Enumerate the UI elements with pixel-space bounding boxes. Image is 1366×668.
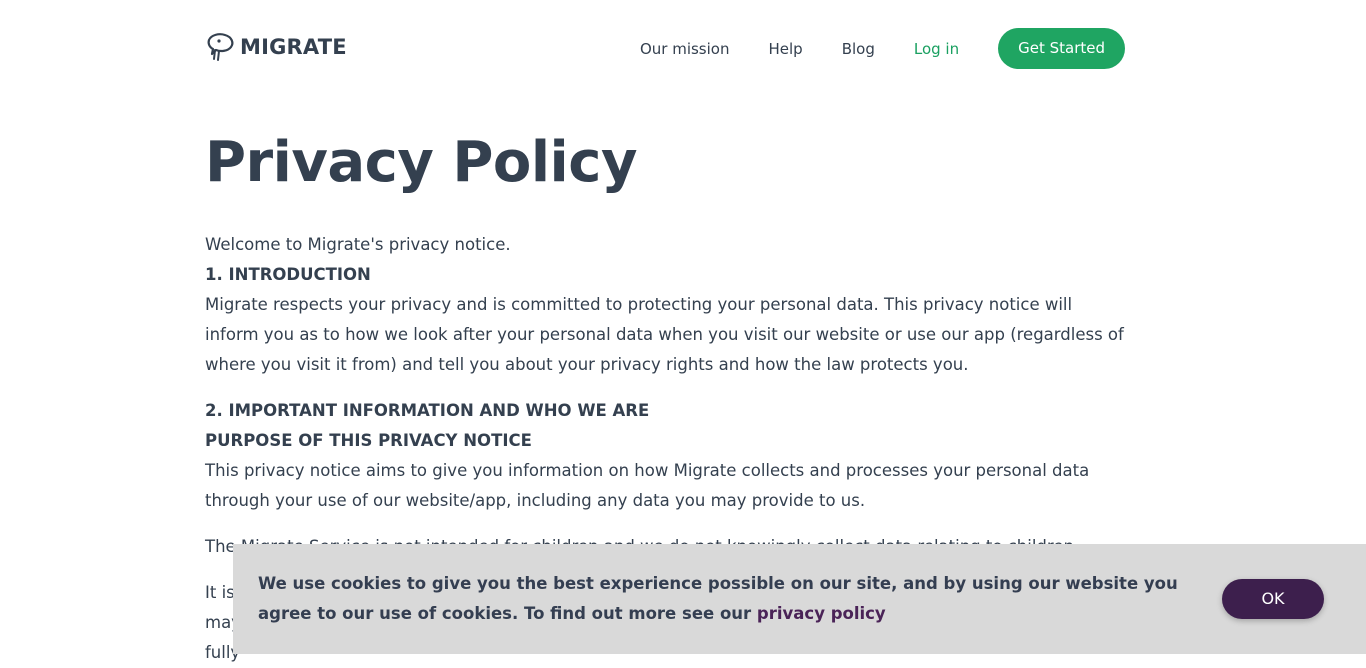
introduction-paragraph: Migrate respects your privacy and is com… [205, 295, 1124, 374]
cookie-ok-button[interactable]: OK [1222, 579, 1324, 619]
nav-help[interactable]: Help [768, 40, 802, 58]
main-nav: Our mission Help Blog Log in Get Started [640, 28, 1125, 69]
nav-our-mission[interactable]: Our mission [640, 40, 730, 58]
cookie-message: We use cookies to give you the best expe… [258, 569, 1188, 629]
cookie-message-text: We use cookies to give you the best expe… [258, 574, 1178, 623]
privacy-policy-link[interactable]: privacy policy [757, 604, 886, 623]
site-header: MIGRATE Our mission Help Blog Log in Get… [205, 28, 1125, 69]
nav-log-in[interactable]: Log in [914, 40, 959, 58]
subheading-purpose: PURPOSE OF THIS PRIVACY NOTICE [205, 431, 532, 450]
section-heading-important-information: 2. IMPORTANT INFORMATION AND WHO WE ARE [205, 401, 650, 420]
section-heading-introduction: 1. INTRODUCTION [205, 265, 371, 284]
logo[interactable]: MIGRATE [205, 32, 347, 62]
purpose-paragraph: This privacy notice aims to give you inf… [205, 461, 1090, 510]
logo-text: MIGRATE [240, 35, 347, 59]
nav-blog[interactable]: Blog [842, 40, 875, 58]
page-title: Privacy Policy [205, 130, 637, 195]
migrate-bird-icon [205, 32, 236, 62]
welcome-text: Welcome to Migrate's privacy notice. [205, 235, 511, 254]
cookie-banner: We use cookies to give you the best expe… [233, 544, 1366, 654]
get-started-button[interactable]: Get Started [998, 28, 1125, 69]
